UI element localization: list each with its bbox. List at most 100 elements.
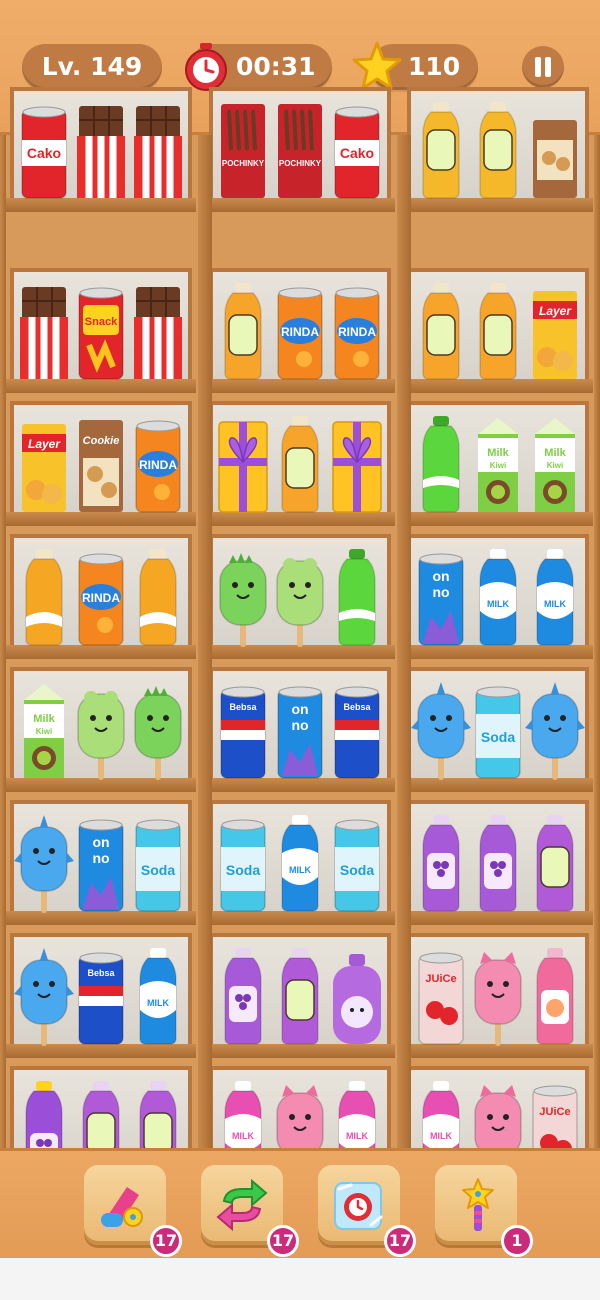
freeze-booster-button[interactable]: 17 <box>318 1165 416 1257</box>
shelf-item-can-onno[interactable]: on no <box>75 813 127 913</box>
shelf-item-box-layer[interactable]: Layer <box>529 281 581 381</box>
shelf-item-can-rinda[interactable]: RINDA <box>331 281 383 381</box>
shelf-item-can-soda[interactable]: Soda <box>472 680 524 780</box>
booster-count: 17 <box>384 1225 416 1257</box>
juice-bottle-orange-icon <box>479 283 517 380</box>
juice-bottle-orange-icon <box>422 283 460 380</box>
svg-text:Soda: Soda <box>340 862 374 878</box>
can-snack-icon: Snack <box>78 287 124 380</box>
shelf-item-peach-bottle[interactable] <box>529 946 581 1046</box>
shelf-item-soda-bottle-green[interactable] <box>415 414 467 514</box>
pause-button[interactable] <box>522 46 564 88</box>
shelf-item-grape-bottle[interactable] <box>217 946 269 1046</box>
shelf-item-bunny-pouch[interactable] <box>331 946 383 1046</box>
shelf-item-juice-bottle-orange[interactable] <box>415 281 467 381</box>
shelf-item-can-cako[interactable]: Cako <box>18 100 70 200</box>
shelf-item-chocolate[interactable] <box>75 100 127 200</box>
shelf-item-juice-bottle-purple[interactable] <box>529 813 581 913</box>
magic-wand-booster-button[interactable]: 1 <box>435 1165 533 1257</box>
shelf-item-box-pochinky[interactable]: POCHINKY <box>217 100 269 200</box>
shelf-item-juice-bottle-orange[interactable] <box>274 414 326 514</box>
booster-count: 17 <box>267 1225 299 1257</box>
shelf-item-grape-bottle[interactable] <box>472 813 524 913</box>
can-juice-icon: JUiCe <box>418 952 464 1045</box>
shelf-item-can-soda[interactable]: Soda <box>331 813 383 913</box>
shelf-item-milk-carton-kiwi[interactable]: Milk Kiwi <box>472 414 524 514</box>
shelf-item-can-soda[interactable]: Soda <box>132 813 184 913</box>
shelf-item-can-onno[interactable]: on no <box>415 547 467 647</box>
shelf-item-popsicle-shark[interactable] <box>525 680 585 780</box>
shelf-item-juice-bottle-tall-orange[interactable] <box>132 547 184 647</box>
can-rinda-icon: RINDA <box>135 420 181 513</box>
shelf-r3-c3: Milk Kiwi Milk Kiwi <box>403 401 593 526</box>
shelf-board <box>403 198 593 212</box>
shelf-item-milk-carton-kiwi[interactable]: Milk Kiwi <box>18 680 70 780</box>
shelf-item-milk-bottle-blue[interactable]: MILK <box>132 946 184 1046</box>
juice-bottle-purple-icon <box>536 815 574 912</box>
box-layer-icon: Layer <box>22 424 66 512</box>
shelf-item-popsicle-frog[interactable] <box>274 547 326 647</box>
shelf-r7-c1: Bebsa MILK <box>6 933 196 1058</box>
box-cookie-small-icon <box>533 120 577 198</box>
popsicle-dino-icon <box>219 553 267 647</box>
shelf-item-chocolate[interactable] <box>132 100 184 200</box>
shelf-item-box-pochinky[interactable]: POCHINKY <box>274 100 326 200</box>
shelf-item-milk-carton-kiwi[interactable]: Milk Kiwi <box>529 414 581 514</box>
shelf-item-can-cako[interactable]: Cako <box>331 100 383 200</box>
shelf-item-popsicle-pig[interactable] <box>472 946 524 1046</box>
shelf-item-juice-bottle-yellow[interactable] <box>472 100 524 200</box>
shelf-item-milk-bottle-blue[interactable]: MILK <box>472 547 524 647</box>
shelf-item-milk-bottle-blue[interactable]: MILK <box>274 813 326 913</box>
shelf-board <box>403 512 593 526</box>
shelf-item-can-bebsa[interactable]: Bebsa <box>331 680 383 780</box>
juice-bottle-yellow-icon <box>422 102 460 199</box>
shelf-item-popsicle-dino[interactable] <box>132 680 184 780</box>
svg-text:POCHINKY: POCHINKY <box>279 159 322 168</box>
grape-bottle-icon <box>479 815 517 912</box>
shelf-item-gift-box[interactable] <box>217 414 269 514</box>
shelf-item-can-bebsa[interactable]: Bebsa <box>75 946 127 1046</box>
svg-text:on: on <box>92 834 109 850</box>
svg-text:Milk: Milk <box>33 713 55 725</box>
shelf-item-popsicle-shark[interactable] <box>14 813 74 913</box>
shelf-item-can-juice[interactable]: JUiCe <box>415 946 467 1046</box>
juice-bottle-orange-icon <box>224 283 262 380</box>
shelf-item-popsicle-shark[interactable] <box>14 946 74 1046</box>
shelf-item-can-onno[interactable]: on no <box>274 680 326 780</box>
shelf-item-can-soda[interactable]: Soda <box>217 813 269 913</box>
shelf-item-juice-bottle-orange[interactable] <box>217 281 269 381</box>
shelf-item-milk-bottle-blue[interactable]: MILK <box>529 547 581 647</box>
shelf-item-can-rinda[interactable]: RINDA <box>274 281 326 381</box>
shelf-r5-c2: Bebsa on no Bebsa <box>205 667 395 792</box>
shelf-item-box-layer[interactable]: Layer <box>18 414 70 514</box>
shelf-item-juice-bottle-tall-orange[interactable] <box>18 547 70 647</box>
shelf-item-gift-box[interactable] <box>331 414 383 514</box>
shelf-item-can-rinda[interactable]: RINDA <box>75 547 127 647</box>
shelf-item-juice-bottle-orange[interactable] <box>472 281 524 381</box>
shelf-item-popsicle-dino[interactable] <box>217 547 269 647</box>
freeze-clock-icon <box>334 1182 383 1230</box>
magnet-booster-button[interactable]: 17 <box>84 1165 182 1257</box>
juice-bottle-yellow-icon <box>479 102 517 199</box>
chocolate-icon <box>134 106 182 198</box>
shelf-grid: Cako POCHINKY POCHINKY Cako Snack RINDA R… <box>0 87 600 1191</box>
shelf-r7-c2 <box>205 933 395 1058</box>
shelf-item-chocolate[interactable] <box>132 281 184 381</box>
shelf-item-popsicle-frog[interactable] <box>75 680 127 780</box>
shelf-item-popsicle-shark[interactable] <box>411 680 471 780</box>
shelf-item-box-cookie[interactable]: Cookie <box>75 414 127 514</box>
shelf-item-juice-bottle-yellow[interactable] <box>415 100 467 200</box>
juice-bottle-orange-icon <box>281 416 319 513</box>
svg-text:JUiCe: JUiCe <box>539 1106 570 1118</box>
shelf-item-box-cookie-small[interactable] <box>529 100 581 200</box>
shelf-item-juice-bottle-purple[interactable] <box>274 946 326 1046</box>
shelf-item-grape-bottle[interactable] <box>415 813 467 913</box>
shuffle-booster-button[interactable]: 17 <box>201 1165 299 1257</box>
juice-bottle-tall-orange-icon <box>25 549 63 646</box>
shelf-item-chocolate[interactable] <box>18 281 70 381</box>
shelf-item-can-rinda[interactable]: RINDA <box>132 414 184 514</box>
booster-count: 1 <box>501 1225 533 1257</box>
shelf-item-soda-bottle-green[interactable] <box>331 547 383 647</box>
shelf-item-can-bebsa[interactable]: Bebsa <box>217 680 269 780</box>
shelf-item-can-snack[interactable]: Snack <box>75 281 127 381</box>
